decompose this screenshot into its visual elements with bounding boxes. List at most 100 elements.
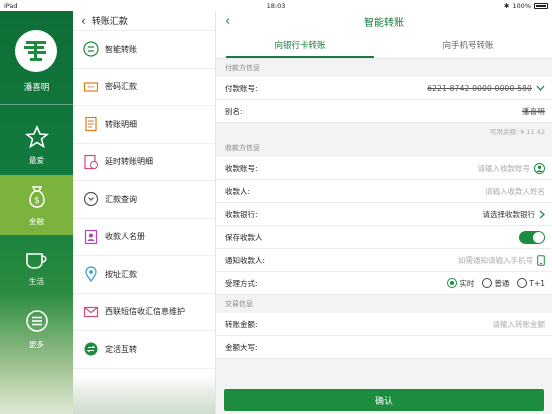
process-mode-row: 受理方式: 实时 普通 T+1 — [216, 272, 552, 295]
amount-words-row: 金额大写: — [216, 336, 552, 359]
mode-radio-realtime[interactable]: 实时 — [447, 278, 474, 289]
mode-radio-t1[interactable]: T+1 — [517, 278, 545, 288]
submenu-item-label: 按址汇款 — [105, 269, 137, 279]
submenu-item-label: 汇款查询 — [105, 194, 137, 204]
payer-alias-value: 潘喜明 — [521, 106, 545, 116]
battery-icon — [534, 2, 548, 9]
payee-name-row[interactable]: 收款人: 请输入收款人姓名 — [216, 180, 552, 203]
avatar[interactable] — [15, 30, 57, 72]
background-scenery — [73, 376, 215, 414]
rail-item-label: 最爱 — [29, 155, 44, 165]
save-payee-toggle[interactable] — [519, 230, 545, 244]
chevron-down-icon — [536, 85, 545, 91]
smart-transfer-icon — [83, 41, 99, 57]
payee-account-input[interactable]: 请输入收款账号 — [478, 163, 531, 174]
bluetooth-icon: ✱ — [503, 1, 510, 10]
payer-alias-value-wrap: 潘喜明 — [297, 106, 545, 117]
notify-phone-input[interactable]: 如需通知请输入手机号 — [458, 255, 533, 266]
submenu-item-payee-book[interactable]: 收款人名册 — [73, 219, 215, 256]
amount-words-label: 金额大写: — [225, 342, 258, 352]
payer-alias-label: 别名: — [225, 106, 243, 116]
submenu-title: 转账汇款 — [91, 17, 128, 27]
amount-row[interactable]: 转账金额: 请输入转账金额 — [216, 313, 552, 336]
submenu-item-delay-transfer[interactable]: 延时转账明细 — [73, 144, 215, 181]
notify-payee-row[interactable]: 通知收款人: 如需通知请输入手机号 — [216, 249, 552, 272]
menu-icon — [25, 309, 48, 332]
mode-radio-normal[interactable]: 普通 — [482, 278, 509, 289]
radio-checked-icon — [447, 278, 458, 288]
confirm-button[interactable]: 确认 — [224, 389, 544, 411]
payee-account-label: 收款账号: — [225, 163, 258, 173]
money-bag-icon: $ — [28, 185, 45, 208]
rail-item-life[interactable]: 生活 — [0, 237, 73, 297]
rail-item-finance[interactable]: $ 金融 — [0, 175, 73, 235]
payee-name-input[interactable]: 请输入收款人姓名 — [485, 186, 545, 197]
submenu-item-label: 转账明细 — [105, 119, 137, 129]
payer-account-row[interactable]: 付款账号: 6221 8742 0000 0000 580 — [216, 77, 552, 100]
notify-payee-input-wrap: 如需通知请输入手机号 — [297, 254, 545, 266]
save-payee-row: 保存收款人 — [216, 226, 552, 249]
page-header: ‹ 智能转账 — [216, 11, 552, 32]
battery-percent: 100% — [512, 1, 531, 10]
amount-input-wrap: 请输入转账金额 — [297, 319, 546, 330]
rail-item-more[interactable]: 更多 — [0, 299, 73, 359]
payee-name-input-wrap: 请输入收款人姓名 — [297, 186, 545, 197]
coffee-cup-icon — [25, 252, 47, 269]
payer-section-title: 付款方信息 — [216, 59, 552, 77]
save-payee-toggle-wrap — [297, 230, 545, 244]
left-rail: 潘喜明 最爱 $ 金融 生活 更多 — [0, 11, 73, 414]
available-balance: 可用余额: ¥ 11.42 — [216, 123, 552, 139]
submenu-item-label: 西联短信收汇信息维护 — [105, 307, 185, 317]
submenu-item-label: 密码汇款 — [105, 82, 137, 92]
submenu-item-label: 智能转账 — [105, 44, 137, 54]
status-right: ✱ 100% — [504, 2, 548, 10]
payee-bank-label: 收款银行: — [225, 209, 258, 219]
payer-account-value-wrap: 6221 8742 0000 0000 580 — [297, 84, 545, 93]
payee-account-row[interactable]: 收款账号: 请输入收款账号 — [216, 157, 552, 180]
submenu-item-remit-query[interactable]: 汇款查询 — [73, 181, 215, 219]
page-title: 智能转账 — [364, 18, 404, 29]
rail-divider — [0, 104, 73, 105]
submenu-item-exchange[interactable]: 定活互转 — [73, 331, 215, 369]
submenu-item-label: 延时转账明细 — [105, 157, 153, 167]
process-mode-options: 实时 普通 T+1 — [297, 278, 545, 289]
trade-section-title: 交易信息 — [216, 295, 552, 313]
mode-label: 普通 — [494, 278, 510, 288]
submenu-item-password-remit[interactable]: *** 密码汇款 — [73, 69, 215, 106]
submenu-item-sms-maintenance[interactable]: 西联短信收汇信息维护 — [73, 294, 215, 331]
user-name: 潘喜明 — [23, 83, 50, 93]
back-chevron-icon[interactable]: ‹ — [81, 15, 86, 27]
payee-bank-select-wrap: 请选择收款银行 — [297, 209, 545, 220]
tab-bank-card[interactable]: 向银行卡转账 — [216, 32, 384, 58]
amount-input[interactable]: 请输入转账金额 — [493, 319, 546, 330]
mode-label: 实时 — [459, 278, 475, 288]
submenu-item-address-remit[interactable]: 按址汇款 — [73, 256, 215, 294]
payer-alias-row: 别名: 潘喜明 — [216, 100, 552, 123]
notify-payee-label: 通知收款人: — [225, 255, 266, 265]
radio-unchecked-icon — [482, 278, 493, 288]
rail-item-label: 生活 — [29, 276, 44, 286]
submenu-item-smart-transfer[interactable]: 智能转账 — [73, 31, 215, 69]
payee-book-icon — [83, 229, 99, 245]
postal-logo-icon — [24, 41, 46, 61]
tab-phone-number[interactable]: 向手机号转账 — [384, 32, 552, 58]
amount-label: 转账金额: — [225, 319, 258, 329]
submenu-header: ‹ 转账汇款 — [73, 11, 215, 31]
rail-item-favorites[interactable]: 最爱 — [0, 115, 73, 175]
transfer-tabs: 向银行卡转账 向手机号转账 — [216, 32, 552, 59]
back-chevron-icon[interactable]: ‹ — [225, 14, 230, 29]
payee-section-title: 收款方信息 — [216, 139, 552, 157]
address-remit-icon — [83, 266, 99, 283]
submenu-item-transfer-detail[interactable]: 转账明细 — [73, 106, 215, 144]
status-bar: iPad 18:03 ✱ 100% — [0, 0, 552, 11]
payer-account-label: 付款账号: — [225, 83, 258, 93]
radio-unchecked-icon — [517, 278, 528, 288]
payee-bank-row[interactable]: 收款银行: 请选择收款银行 — [216, 203, 552, 226]
rail-item-label: 更多 — [29, 339, 44, 349]
submenu-item-label: 收款人名册 — [105, 232, 145, 242]
rail-item-label: 金融 — [29, 216, 44, 226]
payee-bank-select[interactable]: 请选择收款银行 — [483, 209, 536, 220]
submenu-item-label: 定活互转 — [105, 344, 137, 354]
phone-icon — [537, 254, 545, 266]
contact-person-icon — [534, 162, 545, 174]
